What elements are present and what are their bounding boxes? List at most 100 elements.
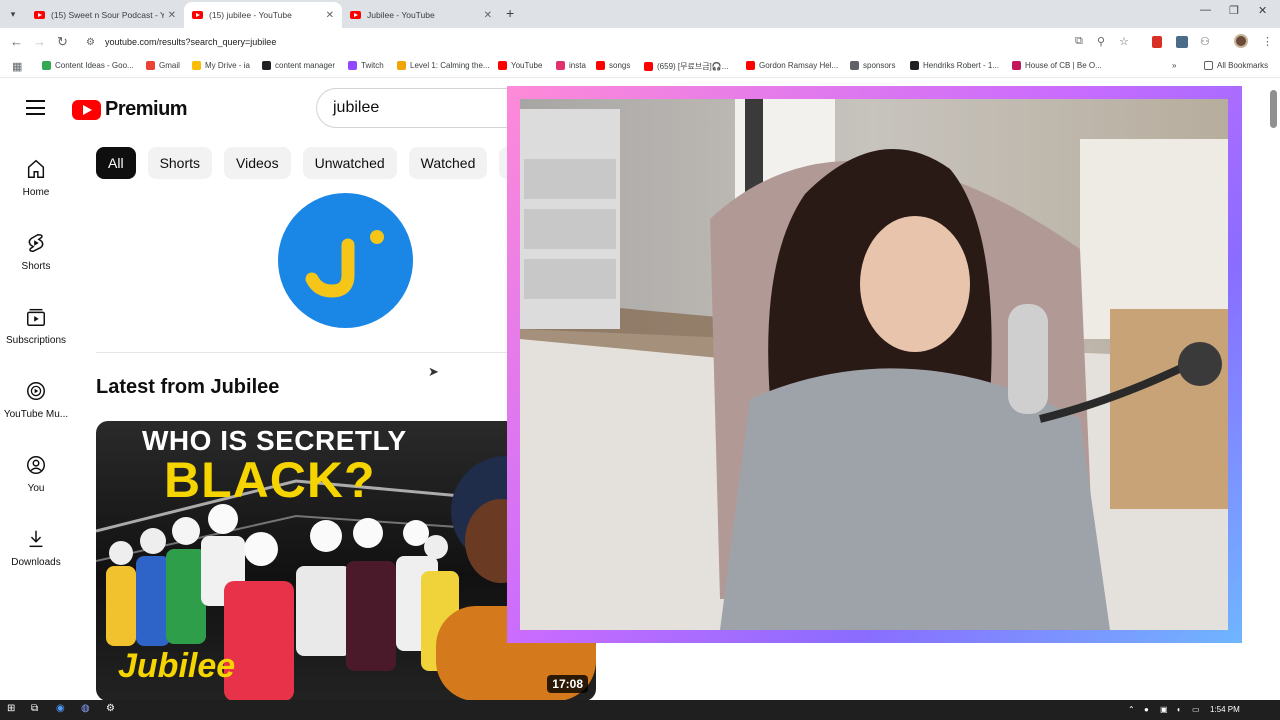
discord-taskbar-icon[interactable]: ◍ xyxy=(81,703,90,714)
bookmark-favicon-icon xyxy=(192,61,201,70)
bookmark-item[interactable]: Twitch xyxy=(348,61,384,70)
bookmark-favicon-icon xyxy=(42,61,51,70)
bookmark-label: Gmail xyxy=(159,61,180,70)
chip-shorts[interactable]: Shorts xyxy=(147,147,213,179)
tab-title: (15) Sweet n Sour Podcast - Yo xyxy=(51,10,164,20)
sidebar-item-downloads[interactable]: Downloads xyxy=(0,527,72,568)
guide-menu-button[interactable] xyxy=(26,100,45,115)
sidebar-item-you[interactable]: You xyxy=(0,453,72,494)
bookmark-favicon-icon xyxy=(596,61,605,70)
bookmark-item[interactable]: Hendriks Robert - 1... xyxy=(910,61,999,70)
logo-text: Premium xyxy=(105,98,188,120)
chip-unwatched[interactable]: Unwatched xyxy=(302,147,397,179)
bookmark-item[interactable]: sponsors xyxy=(850,61,895,70)
youtube-premium-logo[interactable]: Premium xyxy=(72,98,188,121)
webcam-overlay-frame xyxy=(507,86,1242,643)
bookmark-item[interactable]: Gordon Ramsay Hel... xyxy=(746,61,838,70)
sidebar-item-subscriptions[interactable]: Subscriptions xyxy=(0,305,72,346)
bookmark-label: Level 1: Calming the... xyxy=(410,61,490,70)
profile-avatar[interactable] xyxy=(1234,34,1248,48)
extension-red-icon[interactable] xyxy=(1152,36,1162,48)
extensions-icon[interactable]: ⚇ xyxy=(1200,35,1210,48)
settings-taskbar-icon[interactable]: ⚙ xyxy=(106,703,115,714)
page-scrollbar[interactable] xyxy=(1270,90,1277,128)
bookmark-star-icon[interactable]: ☆ xyxy=(1119,35,1129,48)
bookmark-item[interactable]: (659) [무료브금]🎧... xyxy=(644,61,728,72)
sidebar-item-youtube-music[interactable]: YouTube Mu... xyxy=(0,379,72,420)
shorts-icon xyxy=(24,231,48,255)
bookmark-favicon-icon xyxy=(262,61,271,70)
chip-all[interactable]: All xyxy=(96,147,136,179)
bookmark-favicon-icon xyxy=(644,62,653,71)
windows-start-icon[interactable]: ⊞ xyxy=(7,703,15,714)
reload-icon[interactable]: ↻ xyxy=(57,34,68,50)
site-info-icon[interactable]: ⚙ xyxy=(86,37,95,48)
close-window-button[interactable]: ✕ xyxy=(1258,4,1267,17)
webcam-scene xyxy=(520,99,1228,630)
subscriptions-icon xyxy=(24,305,48,329)
bookmark-item[interactable]: YouTube xyxy=(498,61,542,70)
cast-icon[interactable]: ⧉ xyxy=(1075,35,1083,48)
tab-jubilee-channel[interactable]: Jubilee - YouTube ✕ xyxy=(342,2,500,28)
microphone-icon[interactable]: ● xyxy=(1144,705,1149,714)
bookmark-favicon-icon xyxy=(146,61,155,70)
tray-overflow-icon[interactable]: ⌃ xyxy=(1128,705,1135,714)
sidebar-item-shorts[interactable]: Shorts xyxy=(0,231,72,272)
tab-search-chevron-icon[interactable]: ▾ xyxy=(4,5,22,23)
bookmark-label: Content Ideas - Goo... xyxy=(55,61,134,70)
tab-jubilee-search[interactable]: (15) jubilee - YouTube ✕ xyxy=(184,2,342,28)
bookmark-label: sponsors xyxy=(863,61,896,70)
apps-grid-icon[interactable]: ▦ xyxy=(12,60,22,73)
extension-blue-icon[interactable] xyxy=(1176,36,1188,48)
forward-icon[interactable]: → xyxy=(33,34,46,49)
volume-icon[interactable]: ◖ xyxy=(1176,705,1181,714)
bookmark-item[interactable]: Content Ideas - Goo... xyxy=(42,61,134,70)
all-bookmarks-button[interactable]: All Bookmarks xyxy=(1204,61,1268,70)
youtube-favicon-icon xyxy=(192,11,203,19)
bookmark-item[interactable]: songs xyxy=(596,61,630,70)
sidebar-item-home[interactable]: Home xyxy=(0,157,72,198)
restore-button[interactable]: ❐ xyxy=(1229,4,1239,17)
display-icon[interactable]: ▣ xyxy=(1160,705,1168,714)
network-icon[interactable]: ▭ xyxy=(1192,705,1200,714)
bookmark-favicon-icon xyxy=(397,61,406,70)
video-duration-badge: 17:08 xyxy=(547,675,588,693)
tab-title: Jubilee - YouTube xyxy=(367,10,435,20)
home-icon xyxy=(24,157,48,181)
address-bar[interactable]: ⚙ youtube.com/results?search_query=jubil… xyxy=(78,31,1138,53)
more-menu-icon[interactable]: ⋮ xyxy=(1262,35,1273,48)
bookmark-item[interactable]: My Drive - ia xyxy=(192,61,250,70)
minimize-button[interactable]: — xyxy=(1200,4,1211,16)
tab-close-icon[interactable]: ✕ xyxy=(484,10,492,21)
all-bookmarks-label: All Bookmarks xyxy=(1217,61,1269,70)
bookmarks-overflow-icon[interactable]: » xyxy=(1172,61,1176,70)
tab-sweet-n-sour[interactable]: (15) Sweet n Sour Podcast - Yo ✕ xyxy=(26,2,184,28)
tab-close-icon[interactable]: ✕ xyxy=(168,10,176,21)
bookmark-favicon-icon xyxy=(348,61,357,70)
jubilee-channel-avatar[interactable] xyxy=(278,193,413,328)
bookmark-item[interactable]: insta xyxy=(556,61,586,70)
bookmark-favicon-icon xyxy=(850,61,859,70)
bookmark-item[interactable]: Level 1: Calming the... xyxy=(397,61,490,70)
you-icon xyxy=(24,453,48,477)
youtube-favicon-icon xyxy=(34,11,45,19)
chrome-taskbar-icon[interactable]: ◉ xyxy=(56,703,65,714)
bookmark-label: My Drive - ia xyxy=(205,61,250,70)
chip-watched[interactable]: Watched xyxy=(408,147,488,179)
bookmark-label: insta xyxy=(569,61,586,70)
bookmark-item[interactable]: Gmail xyxy=(146,61,180,70)
bookmark-item[interactable]: House of CB | Be O... xyxy=(1012,61,1102,70)
bookmark-favicon-icon xyxy=(910,61,919,70)
thumbnail-brand-text: Jubilee xyxy=(118,647,236,685)
clock-time[interactable]: 1:54 PM xyxy=(1210,705,1240,714)
sidebar-item-label: Home xyxy=(22,187,50,198)
tab-close-icon[interactable]: ✕ xyxy=(326,10,334,21)
task-view-icon[interactable]: ⧉ xyxy=(31,703,38,714)
zoom-icon[interactable]: ⚲ xyxy=(1097,35,1105,48)
bookmark-item[interactable]: content manager xyxy=(262,61,335,70)
jubilee-logo-icon xyxy=(305,230,384,298)
chip-videos[interactable]: Videos xyxy=(224,147,291,179)
new-tab-button[interactable]: + xyxy=(506,5,514,21)
sidebar-item-label: Shorts xyxy=(21,261,51,272)
back-icon[interactable]: ← xyxy=(10,34,23,49)
